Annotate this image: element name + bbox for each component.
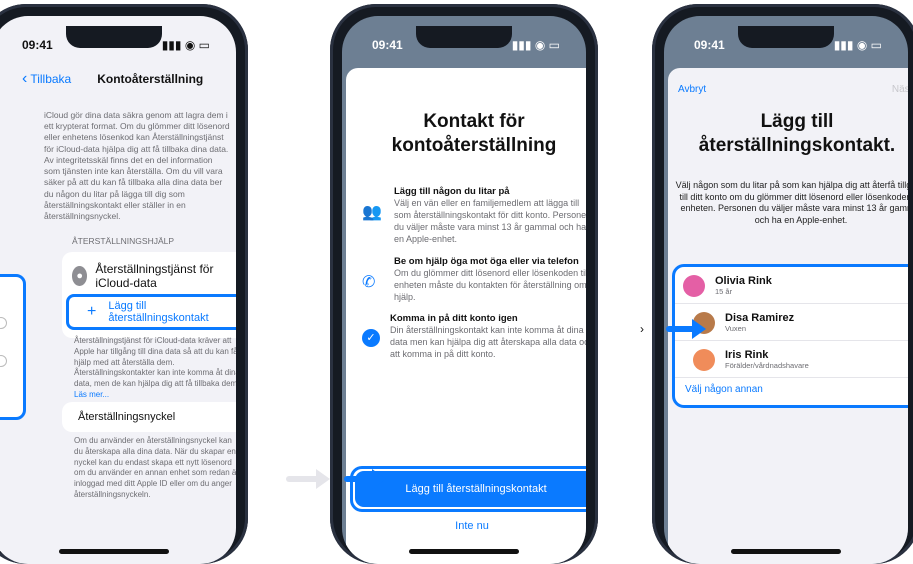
screen: 09:41 ▮▮▮ ◉ ▭ Avbryt Nästa Lägg till åte… (664, 16, 908, 564)
status-icons: ▮▮▮ ◉ ▭ (161, 38, 210, 52)
nav-bar: ‹ Tillbaka Kontoåterställning (22, 70, 226, 88)
feature-text: Välj en vän eller en familjemedlem att l… (394, 198, 586, 245)
back-label: Tillbaka (30, 72, 72, 86)
learn-more-link[interactable]: Läs mer... (74, 390, 109, 399)
contact-name: Disa Ramirez (725, 312, 795, 325)
contact-list: Olivia Rink 15 år Disa Ramirez Vuxen Iri… (672, 264, 908, 408)
screen: 09:41 ▮▮▮ ◉ ▭ ‹ Tillbaka Kontoåterställn… (0, 16, 236, 564)
add-contact-label: Lägg till återställningskontakt (108, 300, 209, 324)
phone-account-recovery: 09:41 ▮▮▮ ◉ ▭ ‹ Tillbaka Kontoåterställn… (0, 4, 248, 564)
service-label: Återställningstjänst för iCloud-data (95, 262, 214, 291)
status-icons: ▮▮▮ ◉ ▭ (511, 38, 560, 52)
page-title: Kontoåterställning (97, 72, 204, 86)
contact-detail: Vuxen (725, 324, 746, 334)
sheet: Avbryt Nästa Lägg till återställningskon… (668, 68, 908, 564)
contact-row[interactable]: Olivia Rink 15 år (675, 267, 908, 305)
arrow-to-phone2 (286, 469, 330, 489)
key-label: Återställningsnyckel (78, 411, 176, 423)
people-icon: 👥 (362, 204, 382, 221)
notch (738, 26, 834, 48)
status-time: 09:41 (694, 38, 725, 52)
sheet: Kontakt för kontoåterställning 👥 Lägg ti… (346, 68, 586, 564)
arrow-marker: › (640, 322, 644, 336)
back-button[interactable]: ‹ Tillbaka (22, 70, 71, 88)
avatar (683, 275, 705, 298)
avatar (693, 349, 715, 372)
contact-detail: 15 år (715, 287, 733, 296)
sheet-title: Kontakt för kontoåterställning (391, 111, 557, 156)
contact-info: Olivia Rink 15 år (715, 275, 772, 297)
feature-text: Din återställningskontakt kan inte komma… (390, 324, 586, 360)
background-card-outline (0, 274, 26, 420)
apple-icon: ● (72, 266, 88, 287)
contact-row[interactable]: Disa Ramirez Vuxen (675, 304, 908, 342)
choose-other-button[interactable]: Välj någon annan (675, 378, 908, 395)
feature-title: Komma in på ditt konto igen (390, 312, 518, 324)
radio-option-1[interactable] (0, 317, 7, 329)
feature-body: Komma in på ditt konto igen Din återstäl… (390, 313, 586, 360)
feature-item: 👥 Lägg till någon du litar på Välj en vä… (362, 186, 586, 246)
feature-item: ✓ Komma in på ditt konto igen Din återst… (362, 313, 586, 360)
service-note-text: Återställningstjänst för iCloud-data krä… (74, 336, 236, 389)
arrow-highlight-primary (344, 469, 386, 489)
recovery-key-row[interactable]: Återställningsnyckel (62, 402, 236, 432)
add-contact-row[interactable]: + Lägg till återställningskontakt (66, 294, 236, 330)
feature-item: ✆ Be om hjälp öga mot öga eller via tele… (362, 256, 586, 303)
sheet-description: Välj någon som du litar på som kan hjälp… (675, 180, 908, 226)
cancel-button[interactable]: Avbryt (678, 84, 706, 95)
chevron-left-icon: ‹ (22, 70, 28, 87)
service-row[interactable]: ● Återställningstjänst för iCloud-data (62, 252, 236, 297)
contact-name: Olivia Rink (715, 275, 772, 287)
contact-row[interactable]: Iris Rink Förälder/vårdnadshavare (675, 341, 908, 379)
contact-info: Iris Rink Förälder/vårdnadshavare (725, 349, 809, 371)
service-note: Återställningstjänst för iCloud-data krä… (74, 336, 236, 401)
status-time: 09:41 (22, 38, 53, 52)
arrow-to-contact-list (666, 319, 706, 339)
feature-body: Be om hjälp öga mot öga eller via telefo… (394, 256, 586, 303)
contact-info: Disa Ramirez Vuxen (725, 312, 794, 334)
status-icons: ▮▮▮ ◉ ▭ (833, 38, 882, 52)
contact-detail: Förälder/vårdnadshavare (725, 361, 809, 371)
primary-button-fill: Lägg till återställningskontakt (355, 471, 586, 507)
intro-text: iCloud gör dina data säkra genom att lag… (44, 110, 230, 221)
checkmark-icon: ✓ (362, 328, 380, 347)
feature-body: Lägg till någon du litar på Välj en vän … (394, 186, 586, 246)
feature-list: 👥 Lägg till någon du litar på Välj en vä… (362, 186, 586, 360)
next-button[interactable]: Nästa (892, 84, 908, 95)
recovery-help-card: ● Återställningstjänst för iCloud-data +… (62, 252, 236, 338)
sheet-nav: Avbryt Nästa (678, 84, 908, 95)
feature-text: Om du glömmer ditt lösenord eller lösenk… (394, 267, 586, 302)
key-note: Om du använder en återställningsnyckel k… (74, 436, 236, 499)
phone-add-recovery-contact: 09:41 ▮▮▮ ◉ ▭ Avbryt Nästa Lägg till åte… (652, 4, 913, 564)
phone-icon: ✆ (362, 273, 376, 291)
notch (416, 26, 512, 48)
secondary-button[interactable]: Inte nu (346, 520, 586, 532)
notch (66, 26, 162, 48)
sheet-title: Lägg till återställningskontakt. (698, 111, 896, 156)
contact-name: Iris Rink (725, 349, 769, 362)
primary-button-label: Lägg till återställningskontakt (405, 483, 547, 495)
feature-title: Lägg till någon du litar på (394, 186, 510, 197)
plus-icon: + (87, 303, 97, 320)
status-time: 09:41 (372, 38, 403, 52)
feature-title: Be om hjälp öga mot öga eller via telefo… (394, 255, 579, 267)
section-header: ÅTERSTÄLLNINGSHJÄLP (72, 236, 175, 246)
radio-option-2[interactable] (0, 355, 7, 367)
